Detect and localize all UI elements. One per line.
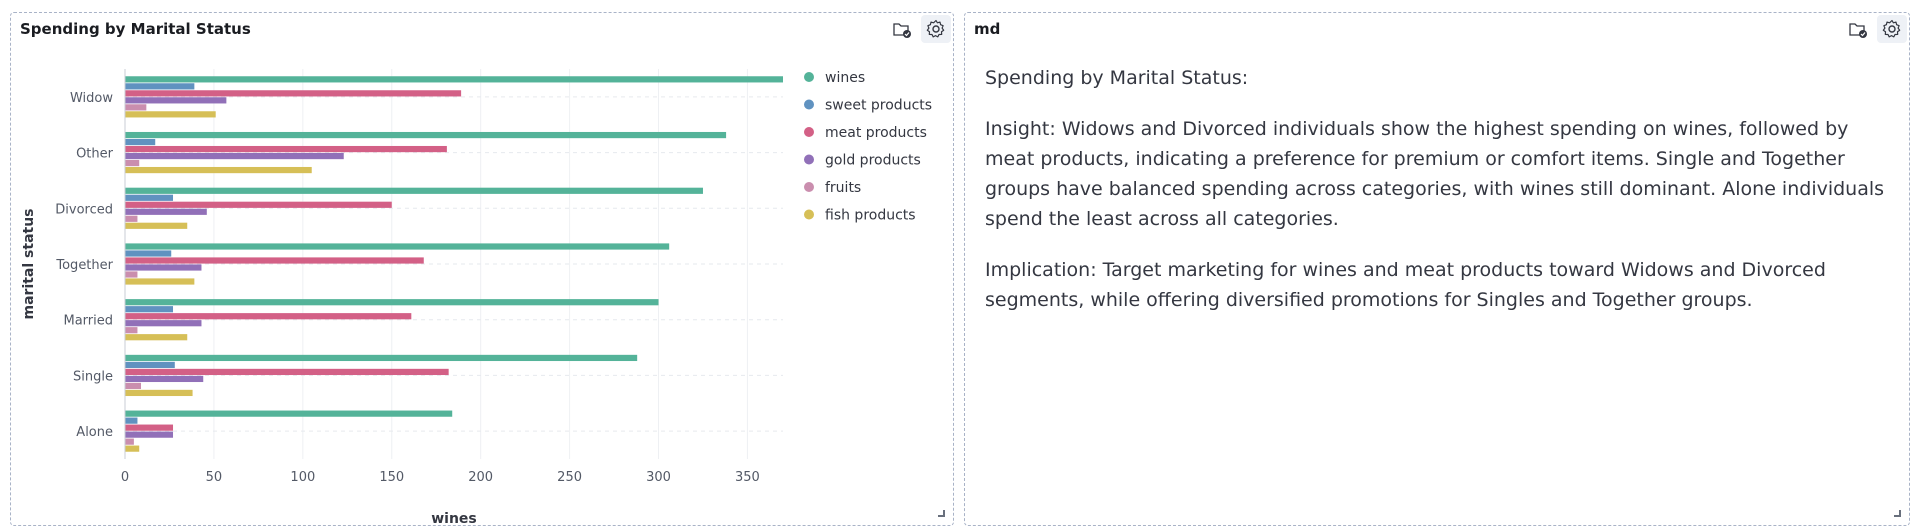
bar-fruits-divorced xyxy=(125,215,138,222)
bar-fish-products-other xyxy=(125,166,312,174)
chart-panel: Spending by Marital Status Widow Other Div… xyxy=(10,12,954,526)
bar-meat-products-together xyxy=(125,257,424,264)
legend-marker-gold-products xyxy=(804,154,814,165)
legend-label-meat-products: meat products xyxy=(825,125,927,141)
x-tick-label: 50 xyxy=(206,470,223,485)
bar-fruits-alone xyxy=(125,438,134,445)
md-heading: Spending by Marital Status: xyxy=(985,67,1249,89)
bar-fruits-married xyxy=(125,327,138,334)
chart-panel-title: Spending by Marital Status xyxy=(20,20,251,38)
bar-wines-married xyxy=(125,299,659,306)
chart-panel-actions xyxy=(887,15,951,43)
bar-fish-products-alone xyxy=(125,445,140,452)
bar-meat-products-widow xyxy=(125,90,462,97)
bar-meat-products-married xyxy=(125,313,412,320)
bar-wines-alone xyxy=(125,410,453,417)
bar-sweet-products-married xyxy=(125,306,174,313)
x-tick-label: 350 xyxy=(735,470,760,485)
bar-sweet-products-divorced xyxy=(125,194,174,201)
bar-fruits-together xyxy=(125,271,138,278)
legend-marker-fruits xyxy=(804,182,814,192)
bar-sweet-products-other xyxy=(125,138,156,146)
x-tick-label: 100 xyxy=(290,470,315,485)
x-axis-title: wines xyxy=(431,511,477,523)
legend-marker-meat-products xyxy=(804,127,814,137)
bar-chart: Widow Other Divorced Together Married Single A… xyxy=(21,69,932,523)
bar-fruits-other xyxy=(125,159,140,167)
bar-wines-together xyxy=(125,243,670,250)
bar-gold-products-single xyxy=(125,375,204,383)
bar-gold-products-alone xyxy=(125,431,174,438)
legend-label-fish-products: fish products xyxy=(825,208,916,224)
bar-fish-products-together xyxy=(125,278,195,285)
legend-marker-sweet-products xyxy=(804,99,814,110)
resize-handle-icon[interactable] xyxy=(1894,510,1901,517)
x-tick-label: 200 xyxy=(468,470,493,485)
y-tick-label: Single xyxy=(73,369,113,384)
x-tick-label: 0 xyxy=(121,470,129,485)
folder-check-icon[interactable] xyxy=(887,15,917,43)
bar-gold-products-widow xyxy=(125,97,227,104)
bar-fruits-widow xyxy=(125,104,147,111)
y-tick-label: Other xyxy=(76,147,114,162)
bar-gold-products-married xyxy=(125,320,202,327)
md-implication: Implication: Target marketing for wines … xyxy=(985,259,1826,311)
legend-label-fruits: fruits xyxy=(825,180,861,196)
bar-wines-single xyxy=(125,354,638,362)
bar-meat-products-alone xyxy=(125,424,174,431)
y-tick-label: Divorced xyxy=(55,202,113,217)
bar-sweet-products-alone xyxy=(125,417,138,424)
bar-fruits-single xyxy=(125,382,142,390)
bar-wines-divorced xyxy=(125,187,703,194)
x-tick-label: 300 xyxy=(646,470,671,485)
bar-sweet-products-single xyxy=(125,361,175,369)
bar-fish-products-single xyxy=(125,389,193,397)
resize-handle-icon[interactable] xyxy=(938,510,945,517)
x-tick-label: 250 xyxy=(557,470,582,485)
bar-fish-products-widow xyxy=(125,111,216,118)
y-tick-label: Married xyxy=(63,314,113,329)
bar-gold-products-divorced xyxy=(125,208,207,215)
bar-wines-other xyxy=(125,131,727,139)
md-insight: Insight: Widows and Divorced individuals… xyxy=(985,118,1885,230)
bar-sweet-products-widow xyxy=(125,83,195,90)
legend-label-wines: wines xyxy=(825,70,865,86)
md-panel: md Spending by Marital Status: Insight: … xyxy=(964,12,1910,526)
gear-icon[interactable] xyxy=(1877,15,1907,43)
legend-label-sweet-products: sweet products xyxy=(825,98,932,114)
md-panel-actions xyxy=(1843,15,1907,43)
legend-label-gold-products: gold products xyxy=(825,153,921,169)
bar-meat-products-other xyxy=(125,145,447,153)
bar-wines-widow xyxy=(125,76,783,83)
bar-fish-products-married xyxy=(125,334,188,341)
x-tick-label: 150 xyxy=(379,470,404,485)
bar-gold-products-other xyxy=(125,152,344,160)
y-axis-title: marital status xyxy=(21,208,37,319)
y-tick-label: Alone xyxy=(76,425,113,440)
bar-gold-products-together xyxy=(125,264,202,271)
y-tick-label: Together xyxy=(55,258,113,273)
markdown-content: Spending by Marital Status: Insight: Wid… xyxy=(985,63,1889,336)
y-tick-label: Widow xyxy=(70,91,113,106)
bar-meat-products-single xyxy=(125,368,449,376)
md-panel-title: md xyxy=(974,20,1001,38)
gear-icon[interactable] xyxy=(921,15,951,43)
bar-fish-products-divorced xyxy=(125,222,188,229)
bar-meat-products-divorced xyxy=(125,201,392,208)
bar-sweet-products-together xyxy=(125,250,172,257)
legend-marker-fish-products xyxy=(804,209,814,220)
legend-marker-wines xyxy=(804,72,814,82)
folder-check-icon[interactable] xyxy=(1843,15,1873,43)
